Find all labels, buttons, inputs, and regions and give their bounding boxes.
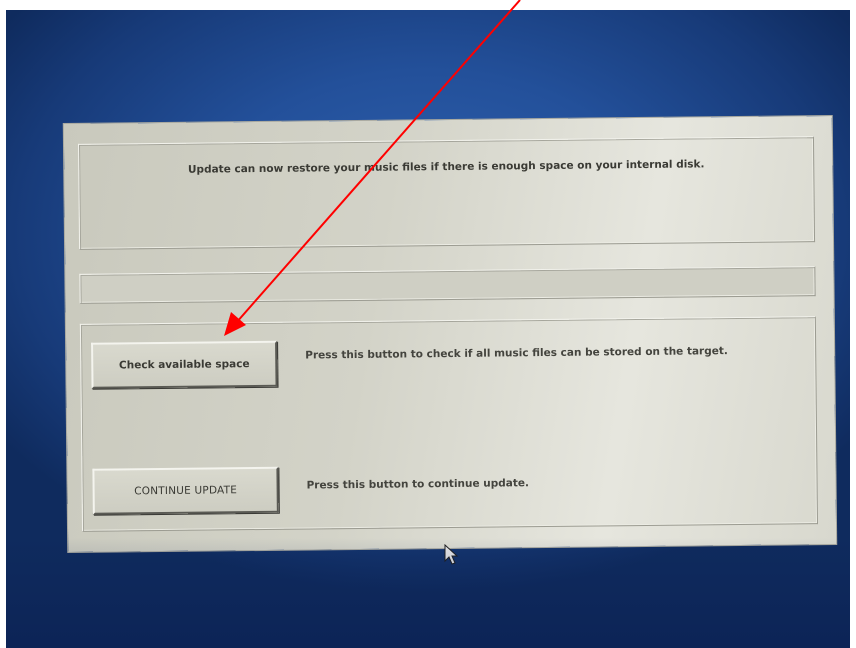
- check-space-description: Press this button to check if all music …: [305, 345, 728, 362]
- desktop-background: Update can now restore your music files …: [6, 10, 850, 648]
- restore-message: Update can now restore your music files …: [187, 158, 705, 176]
- actions-panel: Check available space Press this button …: [79, 316, 819, 532]
- continue-update-button[interactable]: CONTINUE UPDATE: [92, 466, 279, 515]
- progress-bar: [79, 266, 816, 304]
- update-dialog: Update can now restore your music files …: [63, 115, 837, 553]
- mouse-pointer-icon: [444, 544, 459, 565]
- message-panel: Update can now restore your music files …: [77, 136, 816, 250]
- continue-update-description: Press this button to continue update.: [306, 477, 530, 492]
- check-available-space-button[interactable]: Check available space: [91, 340, 278, 389]
